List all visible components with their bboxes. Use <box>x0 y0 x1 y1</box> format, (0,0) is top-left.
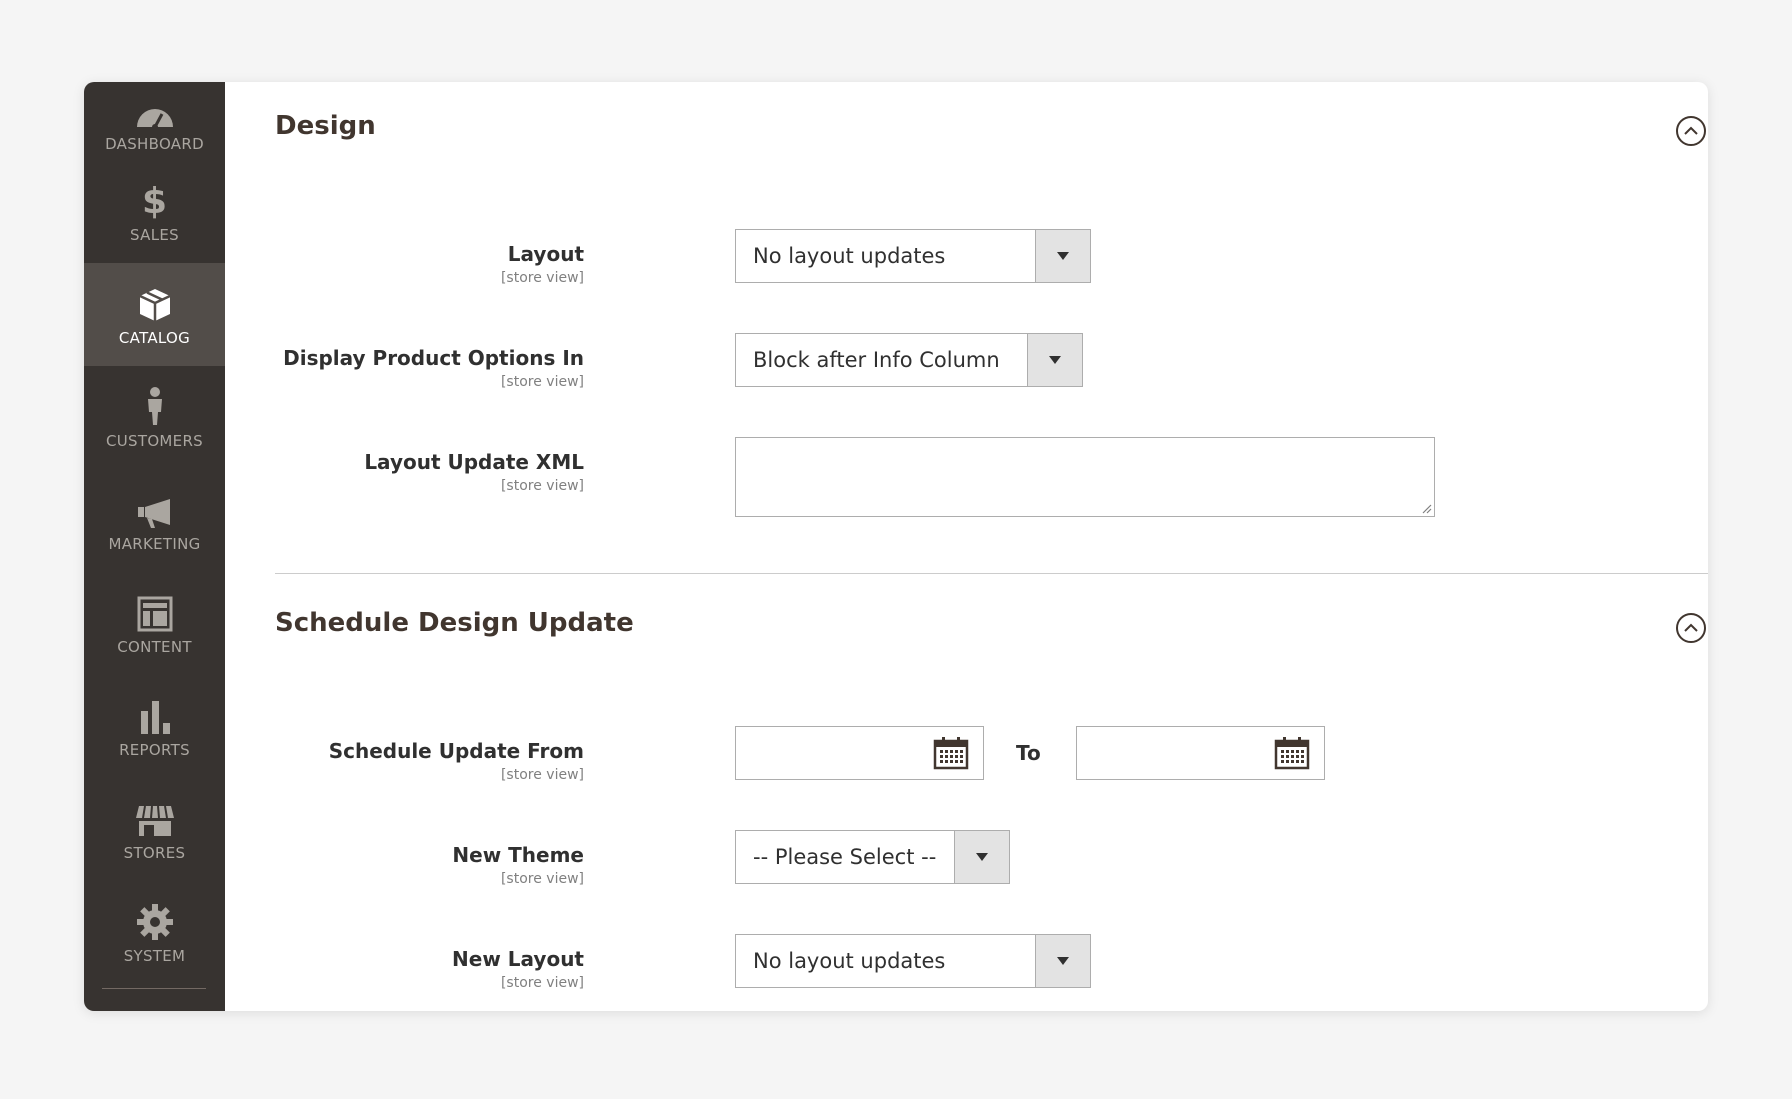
select-value: No layout updates <box>753 949 946 973</box>
sidebar-item-reports[interactable]: REPORTS <box>84 675 225 778</box>
sidebar-item-label: SALES <box>130 225 179 244</box>
field-label-text: Layout Update XML <box>364 450 584 474</box>
sidebar-item-label: CUSTOMERS <box>105 431 203 450</box>
sidebar-item-label: REPORTS <box>119 740 190 759</box>
chevron-down-icon[interactable] <box>1035 935 1090 987</box>
admin-sidebar: DASHBOARD $ SALES CATALOG CUSTOMERS MARK… <box>84 82 225 1011</box>
field-label-text: Schedule Update From <box>328 739 584 763</box>
field-label-text: Layout <box>507 242 584 266</box>
gear-icon <box>136 901 174 941</box>
scope-label: [store view] <box>500 374 584 390</box>
field-label-layout-xml: Layout Update XML [store view] <box>224 450 584 494</box>
update-to-date-input[interactable] <box>1076 726 1325 780</box>
megaphone-icon <box>136 489 174 529</box>
field-label-update-from: Schedule Update From [store view] <box>224 739 584 783</box>
sidebar-item-sales[interactable]: $ SALES <box>84 160 225 263</box>
box-icon <box>138 283 172 323</box>
layout-select[interactable]: No layout updates <box>735 229 1091 283</box>
section-title-design: Design <box>275 111 376 141</box>
layout-icon <box>137 592 173 632</box>
sidebar-item-label: DASHBOARD <box>105 135 204 153</box>
scope-label: [store view] <box>500 270 584 286</box>
sidebar-item-stores[interactable]: STORES <box>84 778 225 881</box>
sidebar-item-marketing[interactable]: MARKETING <box>84 469 225 572</box>
layout-xml-textarea[interactable] <box>735 437 1435 517</box>
collapse-schedule-button[interactable] <box>1676 613 1706 643</box>
bar-chart-icon <box>138 695 172 735</box>
person-icon <box>143 386 167 426</box>
select-value: Block after Info Column <box>753 348 1000 372</box>
section-divider <box>275 573 1708 574</box>
field-label-text: New Theme <box>452 843 584 867</box>
field-label-new-theme: New Theme [store view] <box>224 843 584 887</box>
admin-panel: DASHBOARD $ SALES CATALOG CUSTOMERS MARK… <box>84 82 1708 1011</box>
date-range-to-label: To <box>1016 741 1041 765</box>
sidebar-item-label: SYSTEM <box>123 946 186 965</box>
sidebar-item-catalog[interactable]: CATALOG <box>84 263 225 366</box>
sidebar-item-content[interactable]: CONTENT <box>84 572 225 675</box>
field-label-display-options: Display Product Options In [store view] <box>224 346 584 390</box>
section-title-schedule: Schedule Design Update <box>275 608 634 638</box>
sidebar-divider <box>102 988 206 989</box>
dashboard-icon <box>135 89 175 129</box>
sidebar-item-label: STORES <box>123 843 186 862</box>
sidebar-item-customers[interactable]: CUSTOMERS <box>84 366 225 469</box>
collapse-design-button[interactable] <box>1676 116 1706 146</box>
field-label-text: Display Product Options In <box>283 346 584 370</box>
update-from-date-input[interactable] <box>735 726 984 780</box>
chevron-up-icon <box>1684 126 1698 135</box>
sidebar-item-label: CATALOG <box>118 328 191 347</box>
display-options-select[interactable]: Block after Info Column <box>735 333 1083 387</box>
chevron-down-icon[interactable] <box>1035 230 1090 282</box>
chevron-down-icon[interactable] <box>1027 334 1082 386</box>
new-theme-select[interactable]: -- Please Select -- <box>735 830 1010 884</box>
scope-label: [store view] <box>500 871 584 887</box>
sidebar-item-label: CONTENT <box>117 637 192 656</box>
field-label-new-layout: New Layout [store view] <box>224 947 584 991</box>
scope-label: [store view] <box>500 478 584 494</box>
sidebar-item-label: MARKETING <box>108 534 201 553</box>
field-label-layout: Layout [store view] <box>224 242 584 286</box>
resize-handle-icon[interactable] <box>1420 502 1432 514</box>
chevron-up-icon <box>1684 623 1698 632</box>
calendar-icon[interactable] <box>933 736 969 770</box>
scope-label: [store view] <box>500 975 584 991</box>
storefront-icon <box>135 798 175 838</box>
new-layout-select[interactable]: No layout updates <box>735 934 1091 988</box>
calendar-icon[interactable] <box>1274 736 1310 770</box>
sidebar-item-system[interactable]: SYSTEM <box>84 881 225 984</box>
chevron-down-icon[interactable] <box>954 831 1009 883</box>
main-content: Design Layout [store view] No layout upd… <box>225 82 1708 1011</box>
sidebar-item-dashboard[interactable]: DASHBOARD <box>84 82 225 160</box>
field-label-text: New Layout <box>452 947 584 971</box>
dollar-icon: $ <box>141 180 168 222</box>
select-value: -- Please Select -- <box>753 845 937 869</box>
scope-label: [store view] <box>500 767 584 783</box>
select-value: No layout updates <box>753 244 946 268</box>
